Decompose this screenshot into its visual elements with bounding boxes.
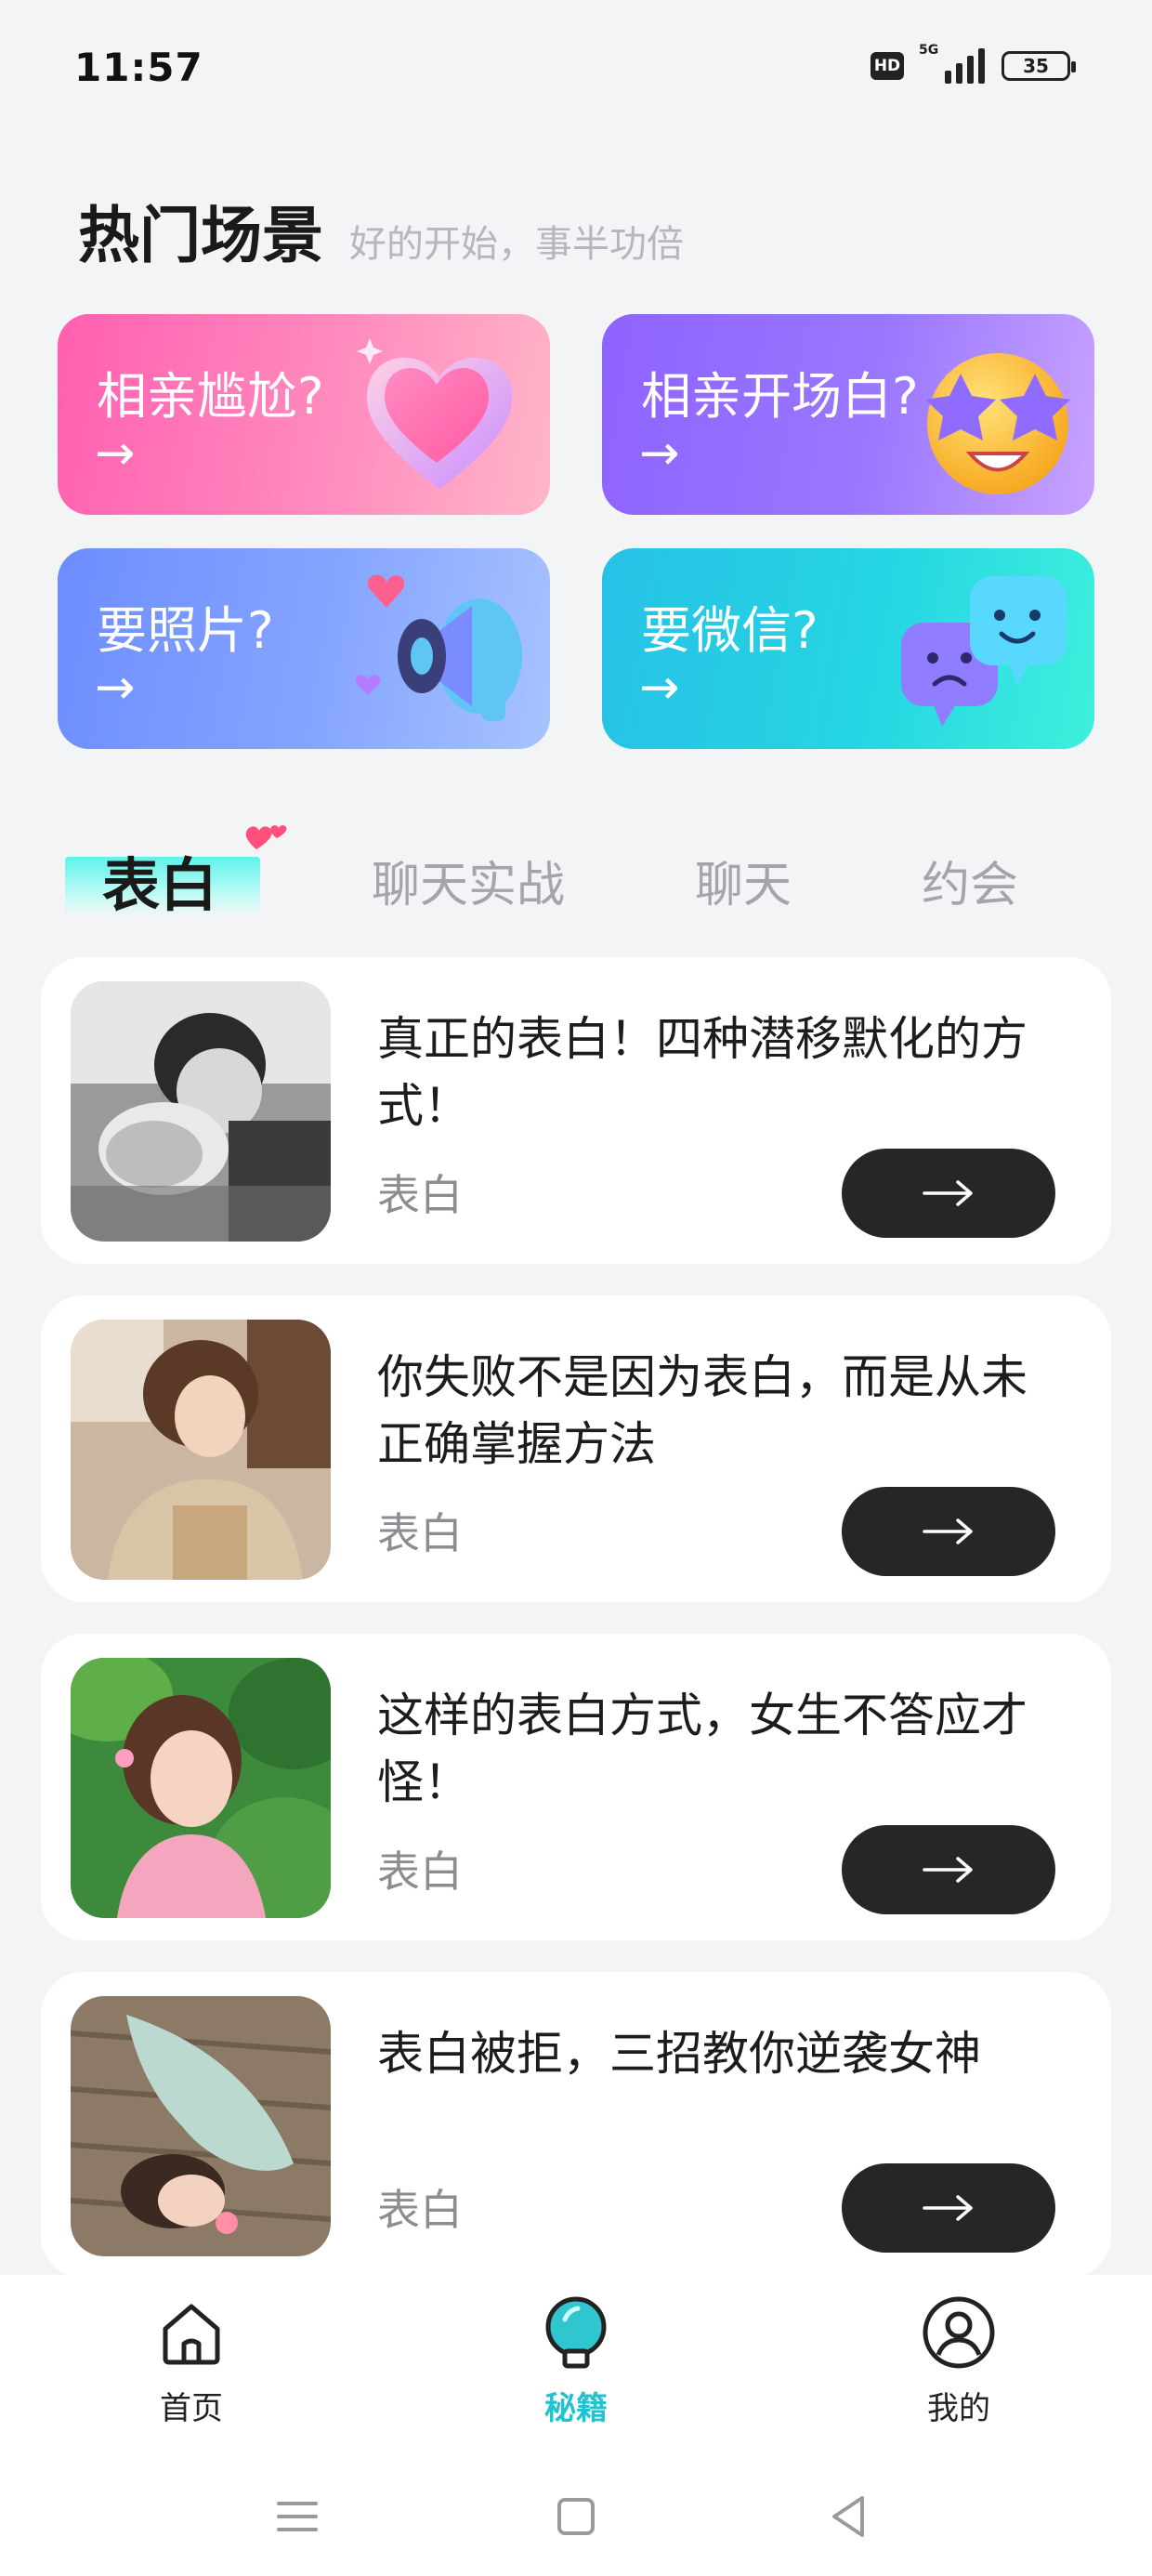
scene-label: 相亲开场白? [641, 367, 919, 426]
arrow-right-icon: → [639, 660, 680, 716]
list-item[interactable]: 真正的表白！四种潜移默化的方式！ 表白 [41, 957, 1111, 1264]
nav-label: 秘籍 [544, 2390, 608, 2427]
scene-card-ask-photo[interactable]: 要照片? → [58, 548, 550, 749]
scene-label: 相亲尴尬? [97, 367, 324, 426]
arrow-right-icon [923, 1180, 973, 1206]
tab-chat[interactable]: 聊天 [695, 846, 792, 915]
star-eyes-emoji-icon [925, 353, 1070, 494]
chat-bubbles-icon [901, 576, 1067, 727]
read-article-button[interactable] [842, 1149, 1055, 1238]
hearts-icon [245, 825, 287, 849]
arrow-right-icon [923, 2195, 973, 2221]
article-tag: 表白 [377, 1508, 463, 1558]
bottom-navigation: 首页 秘籍 我的 [0, 2275, 1152, 2576]
article-title: 这样的表白方式，女生不答应才怪！ [377, 1689, 1028, 1809]
hd-icon: HD [871, 52, 904, 80]
list-item[interactable]: 你失败不是因为表白，而是从未正确掌握方法 表白 [41, 1295, 1111, 1602]
status-time: 11:57 [74, 45, 203, 90]
back-icon[interactable] [821, 2489, 877, 2544]
read-article-button[interactable] [842, 2163, 1055, 2253]
article-thumbnail [71, 1996, 331, 2256]
menu-icon[interactable] [269, 2489, 325, 2544]
scene-card-ask-wechat[interactable]: 要微信? → [602, 548, 1094, 749]
scene-grid: 相亲尴尬? → 相亲开场白? → 要照片? → 要微信? → [58, 314, 1094, 749]
category-tabs: 表白 聊天实战 聊天 约会 [58, 818, 1094, 929]
article-thumbnail [71, 1658, 331, 1918]
arrow-right-icon [923, 1857, 973, 1883]
section-subtitle: 好的开始，事半功倍 [349, 223, 684, 266]
hot-scenes-header: 热门场景 好的开始，事半功倍 [78, 186, 684, 275]
article-thumbnail [71, 1320, 331, 1580]
scene-card-awkward-date[interactable]: 相亲尴尬? → [58, 314, 550, 515]
tab-dating[interactable]: 约会 [922, 846, 1018, 915]
article-title: 真正的表白！四种潜移默化的方式！ [377, 1012, 1028, 1133]
home-icon [163, 2304, 220, 2365]
system-navigation-bar [0, 2489, 1152, 2544]
arrow-right-icon: → [95, 660, 136, 716]
scene-label: 要微信? [641, 601, 818, 660]
nav-item-secrets[interactable]: 秘籍 [483, 2293, 669, 2428]
read-article-button[interactable] [842, 1487, 1055, 1576]
battery-icon: 35 [1001, 51, 1076, 81]
tab-chat-practice[interactable]: 聊天实战 [372, 846, 565, 915]
article-list: 真正的表白！四种潜移默化的方式！ 表白 你失败不是因为表白，而是从未正确掌握方法… [41, 957, 1111, 2310]
network-type: 5G [919, 43, 939, 58]
battery-level: 35 [1023, 55, 1049, 77]
user-icon [923, 2296, 995, 2369]
nav-label: 我的 [927, 2390, 990, 2427]
tab-confession[interactable]: 表白 [102, 838, 217, 922]
arrow-right-icon: → [639, 426, 680, 481]
status-bar: 11:57 HD 5G 35 [0, 0, 1152, 139]
scene-card-opening-line[interactable]: 相亲开场白? → [602, 314, 1094, 515]
arrow-right-icon [923, 1518, 973, 1544]
arrow-right-icon: → [95, 426, 136, 481]
lightbulb-icon [545, 2296, 607, 2369]
list-item[interactable]: 表白被拒，三招教你逆袭女神 表白 [41, 1972, 1111, 2279]
list-item[interactable]: 这样的表白方式，女生不答应才怪！ 表白 [41, 1634, 1111, 1940]
nav-item-home[interactable]: 首页 [98, 2293, 284, 2428]
article-tag: 表白 [377, 2185, 463, 2235]
nav-label: 首页 [160, 2390, 223, 2427]
signal-icon: 5G [919, 43, 985, 84]
megaphone-hearts-icon [355, 574, 522, 721]
scene-label: 要照片? [97, 601, 274, 660]
read-article-button[interactable] [842, 1825, 1055, 1914]
section-title: 热门场景 [78, 200, 323, 271]
article-title: 表白被拒，三招教你逆袭女神 [377, 2027, 981, 2081]
home-square-icon[interactable] [548, 2489, 604, 2544]
article-tag: 表白 [377, 1847, 463, 1897]
article-title: 你失败不是因为表白，而是从未正确掌握方法 [377, 1350, 1028, 1471]
article-thumbnail [71, 981, 331, 1242]
article-tag: 表白 [377, 1170, 463, 1220]
heart-3d-icon [357, 338, 513, 489]
status-icons: HD 5G 35 [871, 43, 1076, 84]
nav-item-mine[interactable]: 我的 [866, 2293, 1052, 2428]
